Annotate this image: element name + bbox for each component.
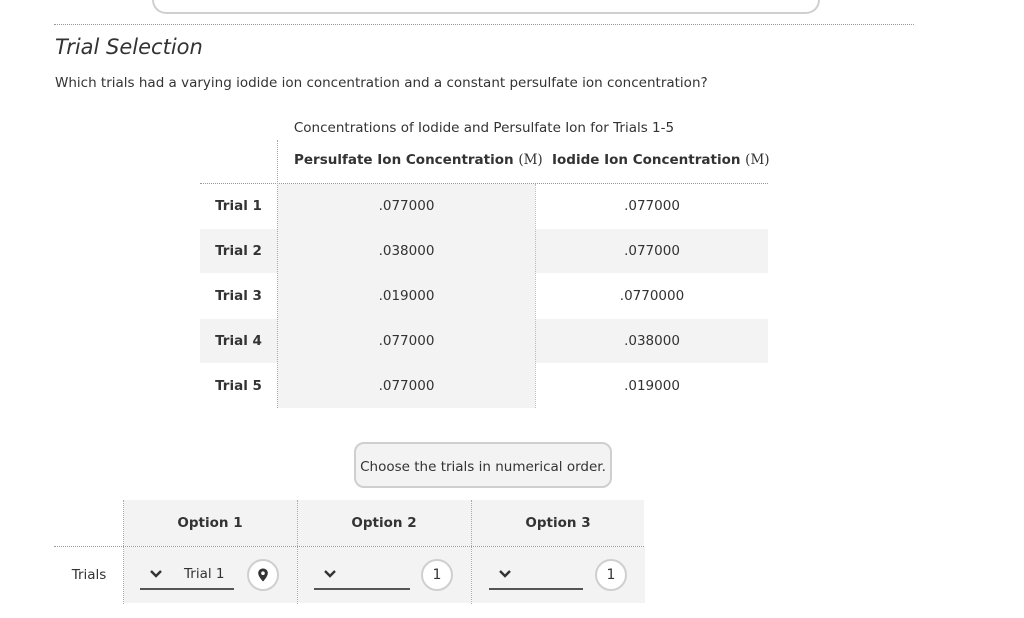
iodide-cell: .077000: [624, 198, 680, 214]
table-caption: Concentrations of Iodide and Persulfate …: [293, 120, 675, 136]
hint-callout: Choose the trials in numerical order.: [354, 442, 612, 488]
row-label: Trial 5: [215, 378, 262, 394]
option-1-selected-value: Trial 1: [184, 566, 225, 582]
table-row: Trial 5 .077000 .019000: [200, 364, 768, 408]
question-text: Which trials had a varying iodide ion co…: [55, 75, 708, 91]
option-2-header: Option 2: [351, 515, 417, 531]
persulfate-cell: .038000: [378, 243, 435, 259]
row-label: Trial 4: [215, 333, 262, 349]
iodide-cell: .0770000: [619, 288, 685, 304]
option-3-select[interactable]: [489, 560, 583, 590]
chevron-down-icon: [497, 566, 513, 586]
table-row: Trial 1 .077000 .077000: [200, 184, 768, 228]
header-persulfate-label: Persulfate Ion Concentration: [294, 152, 514, 168]
persulfate-cell: .019000: [378, 288, 435, 304]
option-1-header: Option 1: [177, 515, 243, 531]
header-persulfate-unit: (M): [518, 152, 543, 168]
chevron-down-icon: [148, 566, 164, 586]
chevron-down-icon: [322, 566, 338, 586]
header-iodide-unit: (M): [745, 152, 770, 168]
persulfate-cell: .077000: [378, 333, 435, 349]
option-1-select[interactable]: Trial 1: [140, 560, 234, 590]
column-divider: [535, 184, 536, 408]
iodide-cell: .019000: [624, 378, 680, 394]
persulfate-cell: .077000: [378, 378, 435, 394]
table-row: Trial 4 .077000 .038000: [200, 319, 768, 363]
header-iodide: Iodide Ion Concentration (M): [552, 152, 770, 168]
option-3-header: Option 3: [525, 515, 591, 531]
option-2-badge[interactable]: 1: [421, 559, 453, 591]
section-title: Trial Selection: [55, 35, 203, 59]
table-row: Trial 3 .019000 .0770000: [200, 274, 768, 318]
trials-row-label: Trials: [71, 567, 107, 583]
persulfate-cell: .077000: [378, 198, 435, 214]
header-persulfate: Persulfate Ion Concentration (M): [294, 152, 543, 168]
previous-card: [152, 0, 820, 14]
row-label: Trial 2: [215, 243, 262, 259]
option-3-badge[interactable]: 1: [595, 559, 627, 591]
column-divider: [471, 500, 472, 604]
table-row: Trial 2 .038000 .077000: [200, 229, 768, 273]
row-label: Trial 1: [215, 198, 262, 214]
option-2-select[interactable]: [314, 560, 410, 590]
header-iodide-label: Iodide Ion Concentration: [552, 152, 741, 168]
section-divider: [54, 24, 914, 25]
location-pin-icon[interactable]: [247, 559, 279, 591]
column-divider: [277, 140, 278, 408]
iodide-cell: .077000: [624, 243, 680, 259]
column-divider: [297, 500, 298, 604]
iodide-cell: .038000: [624, 333, 680, 349]
row-label: Trial 3: [215, 288, 262, 304]
column-divider: [123, 500, 124, 604]
